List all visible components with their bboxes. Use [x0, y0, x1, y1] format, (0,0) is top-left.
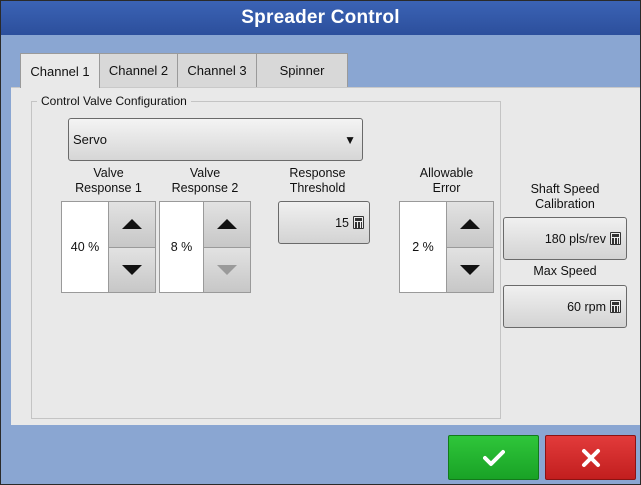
allowable-error-decrease-button[interactable] — [447, 246, 493, 292]
arrow-up-icon — [217, 219, 237, 230]
response-threshold-button[interactable]: 15 — [278, 201, 370, 244]
arrow-up-icon — [122, 219, 142, 230]
x-icon — [581, 448, 600, 467]
group-legend: Control Valve Configuration — [37, 94, 191, 108]
allowable-error-stepper: 2 % — [399, 201, 494, 293]
chevron-down-icon: ▼ — [344, 132, 356, 147]
valve-response-2-increase-button[interactable] — [204, 202, 250, 247]
valve-response-1-decrease-button[interactable] — [109, 246, 155, 292]
allowable-error-label: Allowable Error — [399, 166, 494, 196]
valve-response-2-label-line1: Valve — [189, 166, 221, 180]
arrow-down-icon — [460, 264, 480, 275]
valve-response-1-stepper: 40 % — [61, 201, 156, 293]
tab-spinner[interactable]: Spinner — [256, 53, 348, 87]
spreader-control-window: Spreader Control Channel 1 Channel 2 Cha… — [0, 0, 641, 485]
tab-channel-1[interactable]: Channel 1 — [20, 53, 100, 88]
valve-type-dropdown[interactable]: Servo ▼ — [68, 118, 363, 161]
valve-type-value: Servo — [73, 132, 107, 147]
valve-response-1-increase-button[interactable] — [109, 202, 155, 247]
allowable-error-label-line1: Allowable — [419, 166, 474, 180]
shaft-speed-value: 180 pls/rev — [544, 231, 606, 246]
response-threshold-label-line1: Response — [289, 166, 346, 180]
valve-response-1-label: Valve Response 1 — [61, 166, 156, 196]
max-speed-button[interactable]: 60 rpm — [503, 285, 627, 328]
valve-response-2-decrease-button[interactable] — [204, 246, 250, 292]
valve-response-1-label-line1: Valve — [93, 166, 124, 180]
shaft-speed-button[interactable]: 180 pls/rev — [503, 217, 627, 260]
cancel-button[interactable] — [545, 435, 636, 480]
valve-response-1-value: 40 % — [70, 240, 100, 254]
calculator-icon — [353, 216, 364, 229]
accept-button[interactable] — [448, 435, 539, 480]
tab-channel-2[interactable]: Channel 2 — [99, 53, 178, 87]
valve-response-2-value: 8 % — [170, 240, 193, 254]
response-threshold-label-line2: Threshold — [289, 181, 346, 195]
checkmark-icon — [482, 449, 505, 466]
valve-response-2-label-line2: Response 2 — [171, 181, 239, 195]
max-speed-value: 60 rpm — [567, 299, 606, 314]
response-threshold-label: Response Threshold — [278, 166, 357, 196]
valve-response-1-label-line2: Response 1 — [75, 181, 142, 195]
window-title: Spreader Control — [1, 1, 640, 35]
calculator-icon — [610, 232, 621, 245]
allowable-error-value: 2 % — [412, 240, 434, 254]
allowable-error-increase-button[interactable] — [447, 202, 493, 247]
valve-response-2-label: Valve Response 2 — [159, 166, 251, 196]
calculator-icon — [610, 300, 621, 313]
shaft-speed-label: Shaft Speed Calibration — [503, 182, 627, 212]
max-speed-label: Max Speed — [533, 264, 597, 278]
shaft-speed-label-line2: Calibration — [535, 197, 595, 211]
allowable-error-label-line2: Error — [432, 181, 461, 195]
arrow-up-icon — [460, 219, 480, 230]
response-threshold-value: 15 — [335, 215, 349, 230]
tab-channel-3[interactable]: Channel 3 — [177, 53, 257, 87]
shaft-speed-label-line1: Shaft Speed — [530, 182, 600, 196]
channel-tabs: Channel 1 Channel 2 Channel 3 Spinner — [20, 53, 348, 88]
valve-response-2-stepper: 8 % — [159, 201, 251, 293]
arrow-down-icon — [217, 264, 237, 275]
arrow-down-icon — [122, 264, 142, 275]
